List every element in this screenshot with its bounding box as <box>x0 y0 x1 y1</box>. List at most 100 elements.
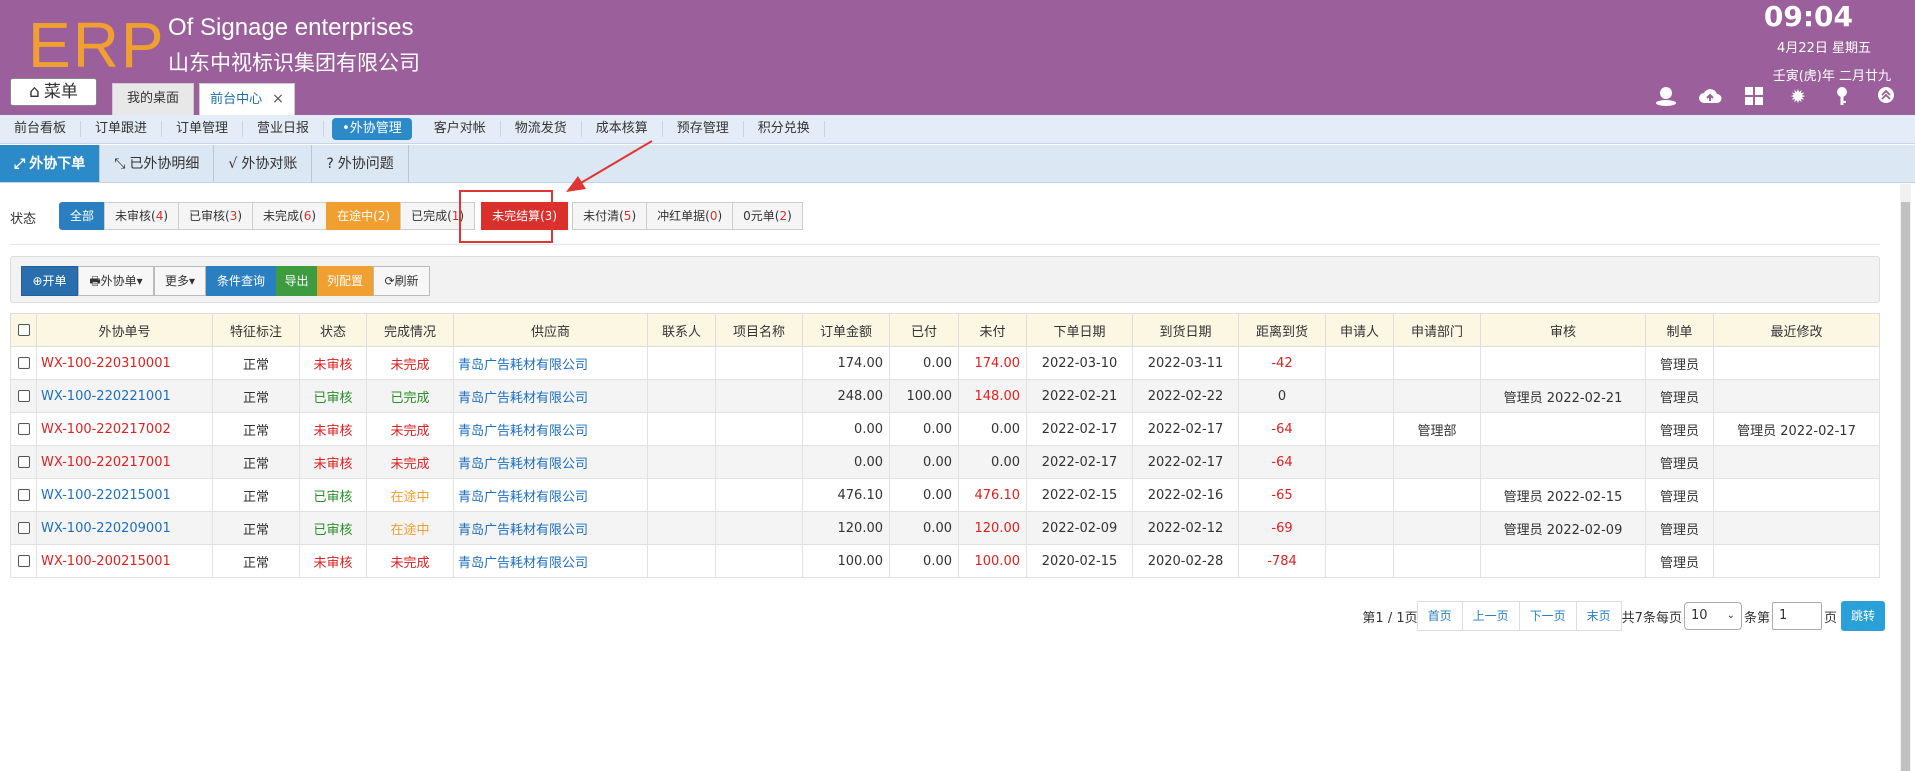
nav-item-cost-accounting[interactable]: 成本核算 <box>582 121 663 137</box>
column-header[interactable]: 供应商 <box>453 313 648 347</box>
status-in-transit-button[interactable]: 在途中(2) <box>326 202 402 230</box>
status-red-reversal-button[interactable]: 冲红单据(0) <box>646 202 734 230</box>
supplier-link[interactable]: 青岛广告耗材有限公司 <box>453 511 648 545</box>
nav-item-logistics[interactable]: 物流发货 <box>501 121 582 137</box>
order-no-link[interactable]: WX-100-200215001 <box>36 544 213 578</box>
column-header[interactable]: 制单 <box>1645 313 1714 347</box>
prev-page-button[interactable]: 上一页 <box>1461 601 1520 631</box>
next-page-button[interactable]: 下一页 <box>1518 601 1577 631</box>
subnav-outsource-reconcile[interactable]: √ 外协对账 <box>214 145 313 182</box>
column-header[interactable]: 项目名称 <box>715 313 803 347</box>
column-header[interactable]: 最近修改 <box>1713 313 1880 347</box>
outsource-sheet-button[interactable]: 🖶外协单▾ <box>78 266 154 296</box>
more-dropdown-button[interactable]: 更多▾ <box>154 266 206 296</box>
grid-icon[interactable] <box>1739 86 1769 111</box>
expand-icon: ⤢ <box>14 156 26 172</box>
column-header[interactable]: 联系人 <box>647 313 716 347</box>
company-name-cn: 山东中视标识集团有限公司 <box>168 51 420 75</box>
table-row[interactable]: WX-100-220221001 正常 已审核 已完成 青岛广告耗材有限公司 2… <box>10 379 1880 413</box>
tab-label: 我的桌面 <box>126 91 179 106</box>
order-no-link[interactable]: WX-100-220209001 <box>36 511 213 545</box>
column-header[interactable]: 状态 <box>299 313 367 347</box>
supplier-link[interactable]: 青岛广告耗材有限公司 <box>453 379 648 413</box>
column-header[interactable]: 申请人 <box>1325 313 1394 347</box>
nav-item-daily-report[interactable]: 营业日报 <box>243 121 325 137</box>
column-header[interactable]: 申请部门 <box>1393 313 1481 347</box>
column-header[interactable]: 已付 <box>889 313 959 347</box>
nav-item-order-tracking[interactable]: 订单跟进 <box>81 121 163 137</box>
column-header[interactable]: 外协单号 <box>36 313 213 347</box>
table-row[interactable]: WX-100-220217002 正常 未审核 未完成 青岛广告耗材有限公司 0… <box>10 412 1880 446</box>
order-no-link[interactable]: WX-100-220221001 <box>36 379 213 413</box>
key-icon[interactable] <box>1827 86 1857 111</box>
table-row[interactable]: WX-100-220215001 正常 已审核 在途中 青岛广告耗材有限公司 4… <box>10 478 1880 512</box>
status-unpaid-button[interactable]: 未付清(5) <box>572 202 648 230</box>
status-audited-button[interactable]: 已审核(3) <box>178 202 254 230</box>
last-page-button[interactable]: 末页 <box>1575 601 1622 631</box>
refresh-button[interactable]: ⟳刷新 <box>373 266 430 296</box>
order-no-link[interactable]: WX-100-220217002 <box>36 412 213 446</box>
export-button[interactable]: 导出 <box>276 266 317 296</box>
supplier-link[interactable]: 青岛广告耗材有限公司 <box>453 346 648 380</box>
table-row[interactable]: WX-100-220310001 正常 未审核 未完成 青岛广告耗材有限公司 1… <box>10 346 1880 380</box>
column-header[interactable]: 未付 <box>958 313 1027 347</box>
menu-button[interactable]: ⌂ 菜单 <box>10 78 97 106</box>
page-size-select[interactable]: 10 ⌄ <box>1683 602 1742 630</box>
nav-item-customer-reconcile[interactable]: 客户对帐 <box>420 121 501 137</box>
column-header[interactable]: 到货日期 <box>1132 313 1239 347</box>
row-checkbox[interactable] <box>10 511 37 545</box>
supplier-link[interactable]: 青岛广告耗材有限公司 <box>453 478 648 512</box>
user-icon[interactable] <box>1651 86 1681 111</box>
column-header[interactable]: 特征标注 <box>212 313 300 347</box>
collapse-icon[interactable] <box>1871 86 1901 111</box>
supplier-link[interactable]: 青岛广告耗材有限公司 <box>453 544 648 578</box>
row-checkbox[interactable] <box>10 445 37 479</box>
vertical-scrollbar[interactable] <box>1900 184 1911 771</box>
order-no-link[interactable]: WX-100-220310001 <box>36 346 213 380</box>
supplier-link[interactable]: 青岛广告耗材有限公司 <box>453 412 648 446</box>
table-row[interactable]: WX-100-220209001 正常 已审核 在途中 青岛广告耗材有限公司 1… <box>10 511 1880 545</box>
jump-button[interactable]: 跳转 <box>1840 601 1885 631</box>
nav-item-front-board[interactable]: 前台看板 <box>0 121 82 137</box>
open-order-button[interactable]: ⊕开单 <box>21 266 78 296</box>
subnav-outsource-order[interactable]: ⤢ 外协下单 <box>0 145 101 182</box>
nav-item-prepaid[interactable]: 预存管理 <box>663 121 744 137</box>
row-checkbox[interactable] <box>10 478 37 512</box>
row-checkbox[interactable] <box>10 379 37 413</box>
status-zero-amount-button[interactable]: 0元单(2) <box>732 202 803 230</box>
page-number-input[interactable]: 1 <box>1771 602 1822 630</box>
status-all-button[interactable]: 全部 <box>59 202 106 230</box>
row-checkbox[interactable] <box>10 412 37 446</box>
tab-front-center[interactable]: 前台中心 × <box>199 83 295 115</box>
column-header[interactable]: 审核 <box>1480 313 1646 347</box>
cloud-icon[interactable] <box>1695 86 1725 111</box>
first-page-button[interactable]: 首页 <box>1416 601 1463 631</box>
subnav-outsource-detail[interactable]: ⤡ 已外协明细 <box>100 145 215 182</box>
table-row[interactable]: WX-100-200215001 正常 未审核 未完成 青岛广告耗材有限公司 1… <box>10 544 1880 578</box>
row-checkbox[interactable] <box>10 544 37 578</box>
condition-query-button[interactable]: 条件查询 <box>206 266 276 296</box>
modified-cell <box>1713 346 1880 380</box>
nav-item-points-exchange[interactable]: 积分兑换 <box>744 121 825 137</box>
select-all-checkbox[interactable] <box>10 313 37 347</box>
status-incomplete-button[interactable]: 未完成(6) <box>252 202 328 230</box>
column-header[interactable]: 下单日期 <box>1026 313 1133 347</box>
order-no-link[interactable]: WX-100-220217001 <box>36 445 213 479</box>
nav-item-order-management[interactable]: 订单管理 <box>162 121 244 137</box>
scrollbar-thumb[interactable] <box>1901 202 1910 771</box>
subnav-outsource-issues[interactable]: ? 外协问题 <box>312 145 409 182</box>
supplier-link[interactable]: 青岛广告耗材有限公司 <box>453 445 648 479</box>
nav-item-outsource-management[interactable]: •外协管理 <box>332 118 412 140</box>
table-row[interactable]: WX-100-220217001 正常 未审核 未完成 青岛广告耗材有限公司 0… <box>10 445 1880 479</box>
column-header[interactable]: 完成情况 <box>366 313 454 347</box>
column-header[interactable]: 距离到货 <box>1238 313 1326 347</box>
order-no-link[interactable]: WX-100-220215001 <box>36 478 213 512</box>
row-checkbox[interactable] <box>10 346 37 380</box>
divider <box>10 244 1880 245</box>
tab-my-desktop[interactable]: 我的桌面 <box>112 83 194 115</box>
status-unaudited-button[interactable]: 未审核(4) <box>104 202 180 230</box>
close-icon[interactable]: × <box>272 91 284 107</box>
gear-icon[interactable]: ✹ <box>1783 86 1813 111</box>
column-config-button[interactable]: 列配置 <box>317 266 373 296</box>
column-header[interactable]: 订单金额 <box>802 313 890 347</box>
